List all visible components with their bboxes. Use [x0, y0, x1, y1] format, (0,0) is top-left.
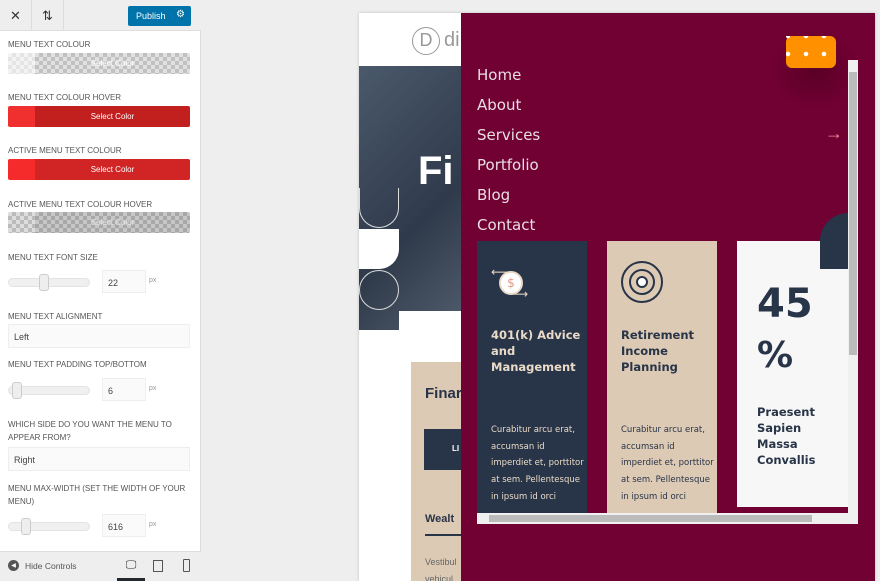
service-card: ⟵ $ ⟶ 401(k) Advice and Management Curab…: [477, 241, 587, 513]
logo-text: di: [444, 29, 460, 51]
menu-item-contact[interactable]: Contact: [477, 216, 535, 234]
decor-shape: [399, 311, 461, 331]
arrow-right-icon[interactable]: →: [825, 123, 843, 144]
menu-text-colour-label: MENU TEXT COLOUR: [8, 40, 91, 49]
dots-icon: [786, 36, 836, 68]
padding-slider[interactable]: [8, 382, 90, 399]
padding-input[interactable]: 6: [102, 378, 146, 401]
menu-item-home[interactable]: Home: [477, 66, 521, 84]
select-color-label: Select Color: [90, 59, 135, 68]
card-title: 401(k) Advice and Management: [491, 328, 581, 374]
active-menu-text-colour-picker[interactable]: Select Color: [8, 159, 190, 180]
max-width-label: MENU MAX-WIDTH (SET THE WIDTH OF YOUR ME…: [8, 484, 186, 506]
menu-text-colour-picker[interactable]: Select Color: [8, 53, 190, 74]
stat-number: 45: [757, 281, 813, 327]
decor-shape: [359, 229, 399, 269]
box-text: Vestibul: [425, 557, 457, 567]
side-select[interactable]: Right: [8, 447, 190, 471]
card-title: Retirement Income Planning: [621, 328, 695, 374]
menu-item-about[interactable]: About: [477, 96, 521, 114]
close-button[interactable]: ✕: [0, 0, 32, 31]
padding-label: MENU TEXT PADDING TOP/BOTTOM: [8, 360, 147, 369]
sort-arrows-icon: ⇅: [42, 7, 53, 23]
publish-button[interactable]: Publish ⚙: [128, 6, 191, 26]
logo-letter: D: [419, 30, 433, 50]
unit-label: px: [149, 277, 157, 284]
font-size-label: MENU TEXT FONT SIZE: [8, 253, 98, 262]
hide-controls-label: Hide Controls: [25, 560, 77, 571]
card-text: Curabitur arcu erat, accumsan id imperdi…: [491, 425, 584, 502]
max-width-slider[interactable]: [8, 518, 90, 535]
menu-item-portfolio[interactable]: Portfolio: [477, 156, 539, 174]
desktop-preview-button[interactable]: 🖵: [117, 552, 145, 581]
max-width-input[interactable]: 616: [102, 514, 146, 537]
font-size-input[interactable]: 22: [102, 270, 146, 293]
box-subtitle: Wealt: [425, 513, 455, 525]
customizer-panel: ✕ ⇅ Publish ⚙ MENU TEXT COLOUR Select Col…: [0, 0, 201, 581]
card-title: Praesent Sapien Massa Convallis: [757, 405, 816, 467]
card-text: Curabitur arcu erat, accumsan id imperdi…: [621, 425, 714, 502]
horizontal-scrollbar[interactable]: [477, 513, 858, 524]
stat-card-edge: [820, 269, 848, 507]
publish-label: Publish: [136, 11, 166, 21]
select-color-label: Select Color: [90, 165, 135, 174]
menu-text-colour-hover-picker[interactable]: Select Color: [8, 106, 190, 127]
close-icon: ✕: [10, 7, 21, 23]
active-menu-text-colour-label: ACTIVE MENU TEXT COLOUR: [8, 146, 122, 155]
vertical-scrollbar[interactable]: [848, 60, 858, 513]
mobile-preview-button[interactable]: [183, 559, 190, 572]
unit-label: px: [149, 521, 157, 528]
active-menu-text-colour-hover-picker[interactable]: Select Color: [8, 212, 190, 233]
divider: [425, 534, 465, 536]
dollar-exchange-icon: ⟵ $ ⟶: [491, 265, 529, 301]
alignment-label: MENU TEXT ALIGNMENT: [8, 312, 103, 321]
box-button[interactable]: LI: [424, 429, 464, 470]
alignment-select[interactable]: Left: [8, 324, 190, 348]
stat-unit: %: [757, 335, 794, 376]
tablet-preview-button[interactable]: [153, 560, 163, 572]
collapse-icon: ◀: [8, 560, 19, 571]
desktop-icon: 🖵: [125, 558, 137, 571]
scrollbar-thumb[interactable]: [849, 72, 857, 355]
service-card: Retirement Income Planning Curabitur arc…: [607, 241, 717, 513]
slider-handle[interactable]: [21, 518, 31, 535]
menu-item-services[interactable]: Services: [477, 126, 540, 144]
menu-text-colour-hover-label: MENU TEXT COLOUR HOVER: [8, 93, 122, 102]
menu-toggle-button[interactable]: [786, 36, 836, 68]
select-color-label: Select Color: [90, 112, 135, 121]
unit-label: px: [149, 385, 157, 392]
menu-item-blog[interactable]: Blog: [477, 186, 510, 204]
side-label: WHICH SIDE DO YOU WANT THE MENU TO APPEA…: [8, 420, 172, 442]
logo: D: [412, 27, 440, 55]
hide-controls-button[interactable]: ◀ Hide Controls: [8, 560, 77, 571]
decor-shape: [359, 188, 399, 228]
select-color-label: Select Color: [90, 218, 135, 227]
scrollbar-thumb[interactable]: [489, 515, 812, 522]
box-title: Finar: [425, 385, 462, 402]
font-size-slider[interactable]: [8, 274, 90, 291]
target-icon: [621, 261, 663, 303]
active-menu-text-colour-hover-label: ACTIVE MENU TEXT COLOUR HOVER: [8, 200, 153, 209]
gear-icon[interactable]: ⚙: [176, 9, 185, 20]
panel-footer: ◀ Hide Controls 🖵: [0, 551, 201, 581]
slider-handle[interactable]: [12, 382, 22, 399]
slider-handle[interactable]: [39, 274, 49, 291]
stat-card: 45 % Praesent Sapien Massa Convallis: [737, 241, 820, 507]
decor-shape: [359, 270, 399, 310]
box-text: vehicul: [425, 574, 454, 581]
reorder-button[interactable]: ⇅: [32, 0, 64, 31]
box-button-label: LI: [452, 444, 460, 453]
panel-toolbar: ✕ ⇅ Publish ⚙: [0, 0, 201, 31]
hero-title: Fi: [418, 149, 454, 193]
